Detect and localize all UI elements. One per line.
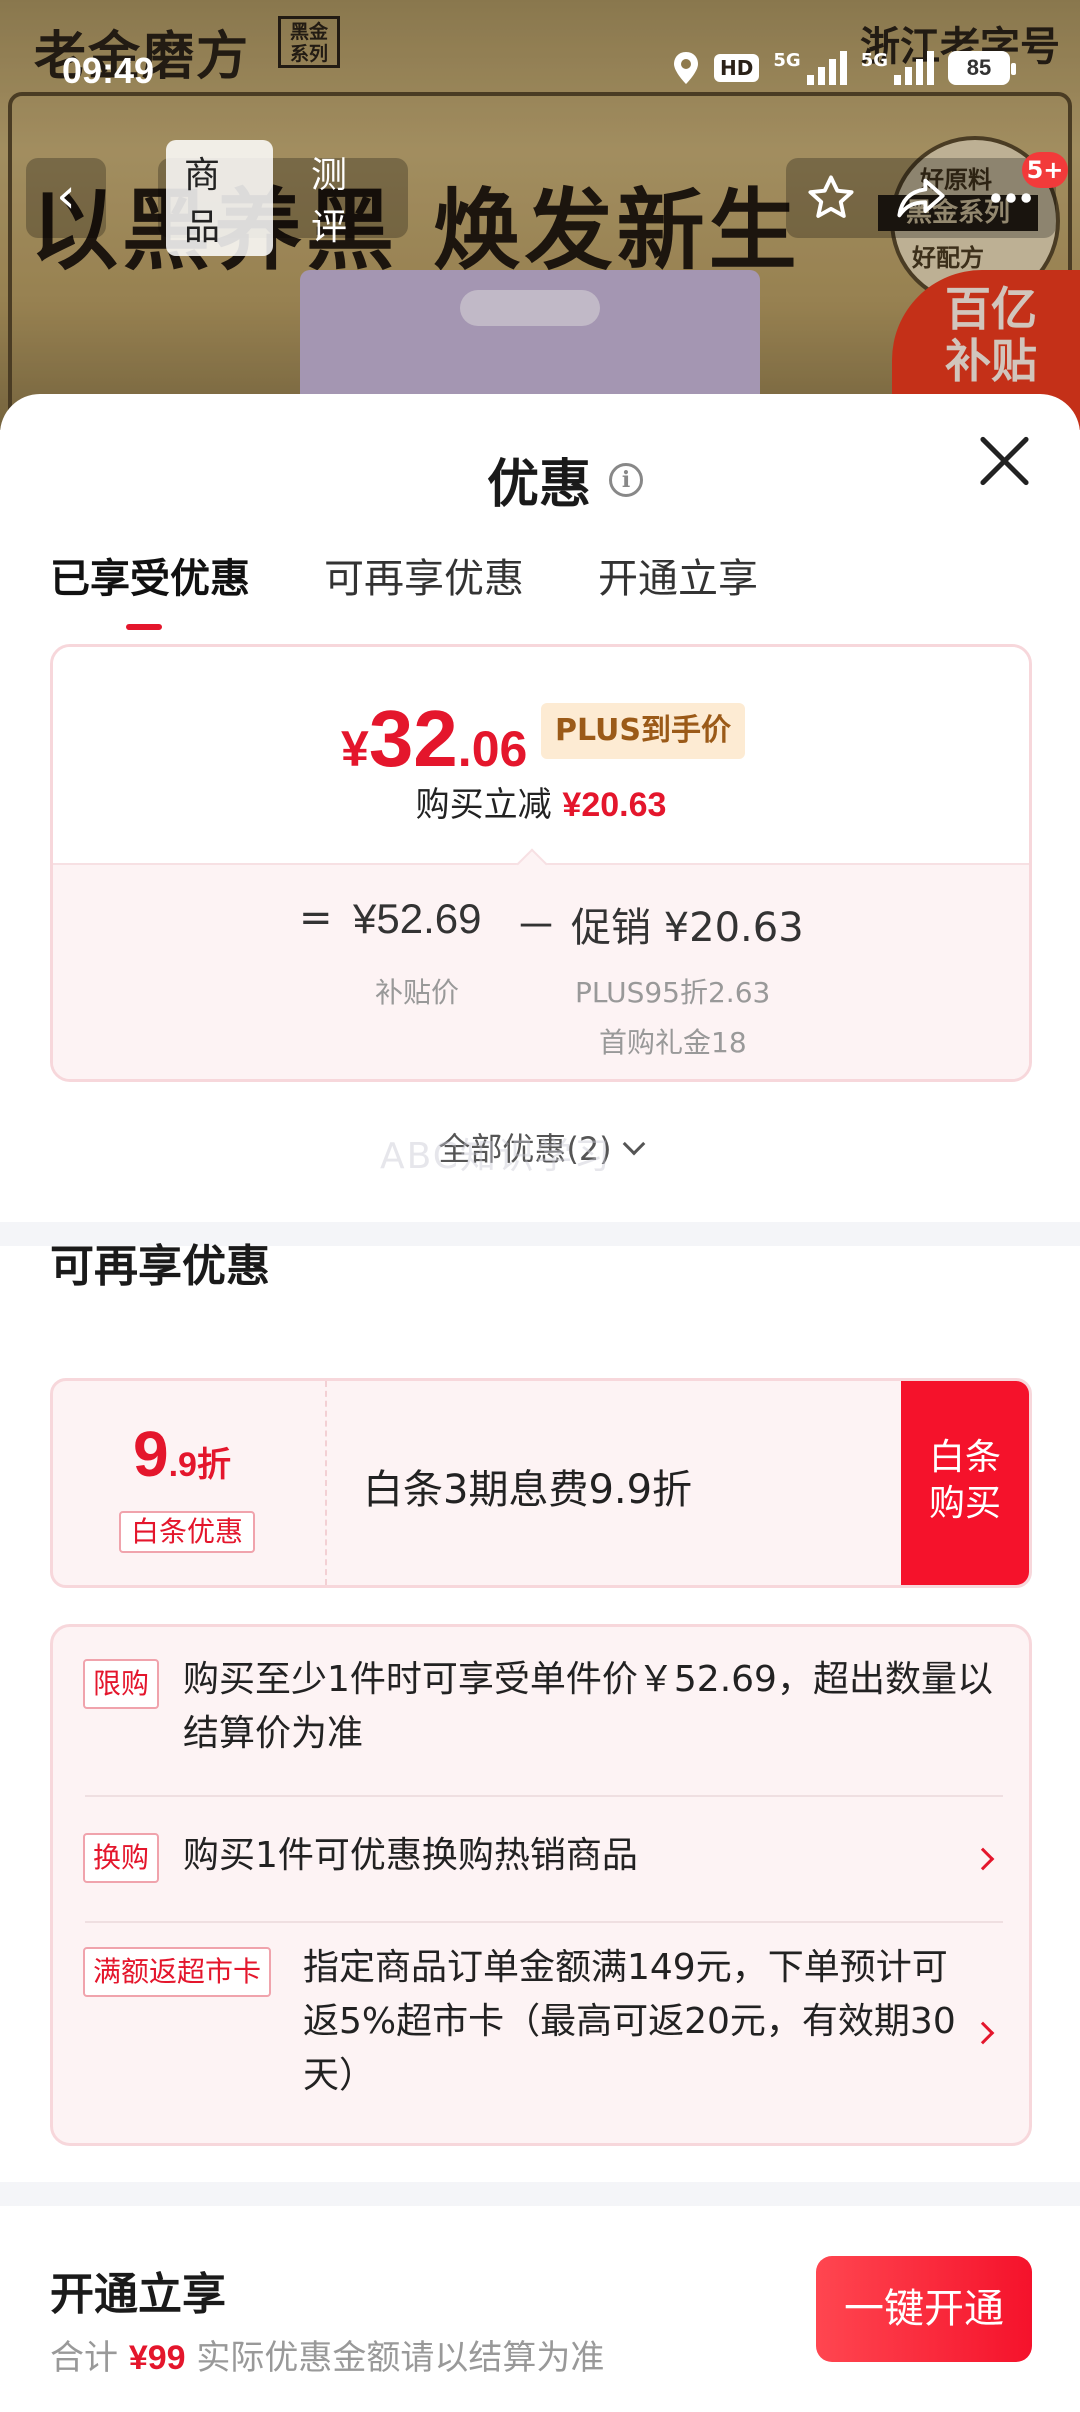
sheet-header: 优惠 i bbox=[487, 442, 644, 517]
instant-discount-line: 购买立减 ¥20.63 bbox=[53, 777, 1029, 826]
sheet-title: 优惠 bbox=[487, 455, 592, 515]
rule-text-supermarket-l3: 天） bbox=[303, 2055, 376, 2096]
product-nav-actions bbox=[786, 158, 1056, 238]
product-nav-tabs: 商品 测评 bbox=[158, 140, 408, 256]
baitiao-rate: 9 .9折 bbox=[133, 1417, 231, 1491]
baitiao-desc: 白条3期息费9.9折 bbox=[363, 1467, 693, 1513]
section-more-discounts-title: 可再享优惠 bbox=[50, 1241, 270, 1292]
rule-text-supermarket: 指定商品订单金额满149元，下单预计可 返5%超市卡（最高可返20元，有效期30… bbox=[303, 1941, 983, 2103]
rule-text-supermarket-l1: 指定商品订单金额满149元，下单预计可 bbox=[303, 1947, 948, 1988]
info-icon[interactable]: i bbox=[609, 462, 644, 497]
status-icons: HD 5G 5G 85 bbox=[672, 50, 1016, 86]
rule-text-limit-l2: 结算价为准 bbox=[183, 1713, 364, 1754]
final-price: ¥ 32 .06 bbox=[341, 693, 527, 785]
status-time: 09:49 bbox=[62, 50, 155, 91]
location-icon bbox=[674, 52, 699, 84]
instant-discount-value: ¥20.63 bbox=[562, 786, 667, 824]
rule-tag-exchange: 换购 bbox=[83, 1833, 160, 1883]
price-card-top: ¥ 32 .06 PLUS到手价 购买立减 ¥20.63 bbox=[53, 647, 1029, 863]
rule-text-limit-l1: 购买至少1件时可享受单件价￥52.69，超出数量以 bbox=[183, 1659, 993, 1700]
tab-product[interactable]: 商品 bbox=[166, 140, 273, 256]
hd-badge: HD bbox=[714, 54, 760, 82]
rule-exchange[interactable]: 换购 购买1件可优惠换购热销商品 bbox=[53, 1797, 1029, 1921]
rule-supermarket-card[interactable]: 满额返超市卡 指定商品订单金额满149元，下单预计可 返5%超市卡（最高可返20… bbox=[53, 1923, 1029, 2149]
open-enjoy-total: 合计 ¥99 实际优惠金额请以结算为准 bbox=[50, 2330, 604, 2379]
tab-more-discounts[interactable]: 可再享优惠 bbox=[324, 546, 524, 622]
rule-text-supermarket-l2: 返5%超市卡（最高可返20元，有效期30 bbox=[303, 2001, 956, 2042]
total-note: 实际优惠金额请以结算为准 bbox=[196, 2338, 605, 2378]
rule-text-exchange: 购买1件可优惠换购热销商品 bbox=[183, 1835, 638, 1876]
share-icon[interactable] bbox=[895, 172, 947, 224]
tab-open-enjoy[interactable]: 开通立享 bbox=[598, 546, 758, 622]
price-decimal: .06 bbox=[457, 721, 528, 777]
chevron-right-icon bbox=[971, 1847, 995, 1871]
more-badge: 5+ bbox=[1022, 152, 1068, 188]
baitiao-buy-button[interactable]: 白条 购买 bbox=[901, 1381, 1029, 1585]
rule-text-limit: 购买至少1件时可享受单件价￥52.69，超出数量以 结算价为准 bbox=[183, 1653, 1013, 1761]
baitiao-buy-line2: 购买 bbox=[928, 1483, 1001, 1524]
baitiao-rate-dec: .9折 bbox=[168, 1446, 231, 1484]
close-icon[interactable] bbox=[976, 432, 1032, 488]
promo-rules-card: 限购 购买至少1件时可享受单件价￥52.69，超出数量以 结算价为准 换购 购买… bbox=[50, 1624, 1032, 2146]
baitiao-discount-card: 9 .9折 白条优惠 白条3期息费9.9折 白条 购买 bbox=[50, 1378, 1032, 1588]
star-icon[interactable] bbox=[805, 172, 857, 224]
promo-amount: 促销 ¥20.63 bbox=[571, 905, 804, 951]
subsidy-price-label: 补贴价 bbox=[375, 976, 460, 1009]
baitiao-buy-line1: 白条 bbox=[928, 1437, 1001, 1478]
tab-enjoyed-discounts[interactable]: 已享受优惠 bbox=[50, 546, 250, 630]
rule-tag-limit: 限购 bbox=[83, 1659, 160, 1709]
price-symbol: ¥ bbox=[341, 721, 369, 777]
tab-review[interactable]: 测评 bbox=[293, 140, 400, 256]
baitiao-rate-block: 9 .9折 白条优惠 bbox=[53, 1381, 327, 1585]
total-value: ¥99 bbox=[128, 2339, 186, 2377]
promo-detail-gift: 首购礼金18 bbox=[599, 1026, 747, 1059]
back-button[interactable]: ‹ bbox=[26, 158, 106, 238]
signal-icon-a bbox=[806, 51, 847, 85]
promo-detail-plus: PLUS95折2.63 bbox=[575, 976, 771, 1009]
one-click-open-button[interactable]: 一键开通 bbox=[816, 2256, 1032, 2362]
price-integer: 32 bbox=[368, 694, 458, 783]
chevron-down-icon bbox=[622, 1132, 645, 1156]
minus-sign: － bbox=[515, 902, 558, 951]
rule-tag-supermarket: 满额返超市卡 bbox=[83, 1947, 272, 1997]
watermark: ABC知识学习 bbox=[380, 1136, 612, 1177]
plus-price-tag: PLUS到手价 bbox=[541, 703, 746, 759]
sheet-tabs: 已享受优惠 可再享优惠 开通立享 bbox=[50, 546, 758, 630]
price-card: ¥ 32 .06 PLUS到手价 购买立减 ¥20.63 = ¥52.69 － … bbox=[50, 644, 1032, 1082]
equals-sign: = bbox=[299, 895, 333, 941]
total-label: 合计 bbox=[50, 2338, 118, 2378]
section-open-enjoy-title: 开通立享 bbox=[50, 2269, 226, 2320]
section-divider-2 bbox=[0, 2182, 1080, 2206]
baitiao-rate-int: 9 bbox=[133, 1418, 169, 1490]
price-breakdown: = ¥52.69 － 促销 ¥20.63 补贴价 PLUS95折2.63 首购礼… bbox=[53, 863, 1029, 1079]
network-label-a: 5G bbox=[773, 50, 801, 71]
baitiao-tag: 白条优惠 bbox=[119, 1511, 256, 1553]
signal-icon-b bbox=[894, 51, 934, 85]
instant-discount-label: 购买立减 bbox=[415, 785, 552, 825]
network-label-b: 5G bbox=[860, 50, 888, 71]
battery-icon: 85 bbox=[948, 51, 1016, 85]
subsidy-price: ¥52.69 bbox=[353, 895, 482, 942]
